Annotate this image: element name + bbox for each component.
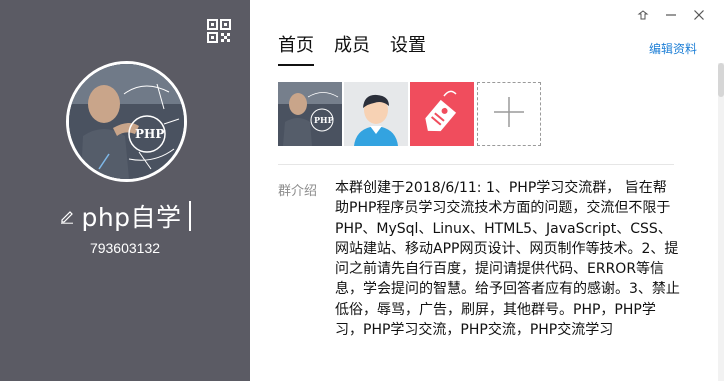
scrollbar-thumb[interactable] xyxy=(718,63,724,97)
edit-profile-link[interactable]: 编辑资料 xyxy=(649,40,697,57)
tab-members[interactable]: 成员 xyxy=(334,31,370,63)
intro-label: 群介绍 xyxy=(278,184,318,199)
group-avatar[interactable]: PHP xyxy=(66,61,187,182)
main-panel: 首页 成员 设置 编辑资料 PHP 群介绍 本群创建于2018/6/11: 1、… xyxy=(250,0,724,381)
svg-text:PHP: PHP xyxy=(135,127,164,141)
qr-code-icon[interactable] xyxy=(207,19,231,43)
add-photo-button[interactable] xyxy=(477,82,541,146)
tag-thumbnail[interactable] xyxy=(410,82,474,146)
group-id: 793603132 xyxy=(89,240,161,256)
window-controls xyxy=(636,8,706,22)
tab-settings[interactable]: 设置 xyxy=(390,31,426,63)
pencil-icon[interactable] xyxy=(59,208,75,224)
group-name-row: php自学 xyxy=(0,196,250,236)
plus-icon xyxy=(493,96,525,132)
group-name[interactable]: php自学 xyxy=(81,198,181,234)
photo-strip: PHP xyxy=(278,82,541,146)
svg-text:PHP: PHP xyxy=(314,115,334,125)
skin-icon[interactable] xyxy=(636,8,650,22)
user-avatar-thumbnail[interactable] xyxy=(344,82,408,146)
text-cursor xyxy=(188,201,191,231)
tab-home[interactable]: 首页 xyxy=(278,31,314,66)
group-profile-sidebar: PHP php自学 793603132 xyxy=(0,0,250,381)
close-icon[interactable] xyxy=(692,8,706,22)
divider xyxy=(278,164,674,165)
scrollbar-track[interactable] xyxy=(718,63,724,381)
tab-bar: 首页 成员 设置 xyxy=(278,31,426,66)
intro-text: 本群创建于2018/6/11: 1、PHP学习交流群， 旨在帮助PHP程序员学习… xyxy=(335,180,680,339)
minimize-icon[interactable] xyxy=(664,8,678,22)
php-photo-thumbnail[interactable]: PHP xyxy=(278,82,342,146)
